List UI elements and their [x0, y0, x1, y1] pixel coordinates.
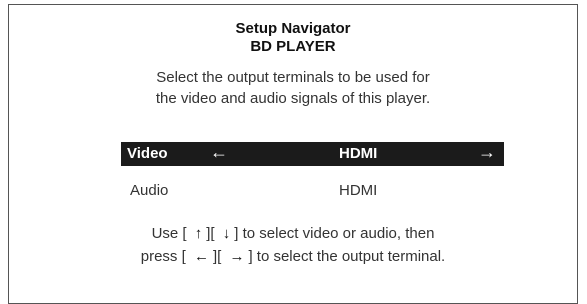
help-line-1: Use [ ↑][ ↓] to select video or audio, t… — [9, 222, 577, 245]
up-arrow-icon: ↑ — [194, 225, 203, 242]
right-key-icon: → — [229, 248, 245, 265]
dialog-description: Select the output terminals to be used f… — [9, 67, 577, 109]
help-line1-suffix: ] to select video or audio, then — [234, 225, 435, 242]
audio-label: Audio — [130, 182, 169, 199]
help-line2-mid: ][ — [212, 248, 222, 265]
help-line1-prefix: Use [ — [151, 225, 187, 242]
dialog-subtitle: BD PLAYER — [250, 38, 336, 55]
right-arrow-icon[interactable]: → — [478, 142, 496, 163]
help-line2-suffix: ] to select the output terminal. — [248, 248, 446, 265]
help-text: Use [ ↑][ ↓] to select video or audio, t… — [9, 222, 577, 268]
description-line-1: Select the output terminals to be used f… — [156, 69, 430, 86]
video-label: Video — [127, 145, 168, 162]
help-line2-prefix: press [ — [140, 248, 186, 265]
setup-navigator-panel: Setup Navigator BD PLAYER Select the out… — [8, 4, 578, 304]
down-arrow-icon: ↓ — [222, 225, 231, 242]
left-arrow-icon[interactable]: ← — [210, 142, 228, 163]
audio-output-row[interactable]: Audio HDMI — [121, 182, 504, 204]
help-line-2: press [ ←][ →] to select the output term… — [9, 245, 577, 268]
help-line1-mid: ][ — [206, 225, 215, 242]
audio-output-value[interactable]: HDMI — [339, 182, 377, 199]
description-line-2: the video and audio signals of this play… — [155, 90, 431, 107]
left-key-icon: ← — [193, 248, 209, 265]
video-output-value[interactable]: HDMI — [339, 145, 377, 162]
dialog-title: Setup Navigator — [235, 20, 351, 37]
video-output-row[interactable]: Video ← HDMI → — [121, 142, 504, 166]
